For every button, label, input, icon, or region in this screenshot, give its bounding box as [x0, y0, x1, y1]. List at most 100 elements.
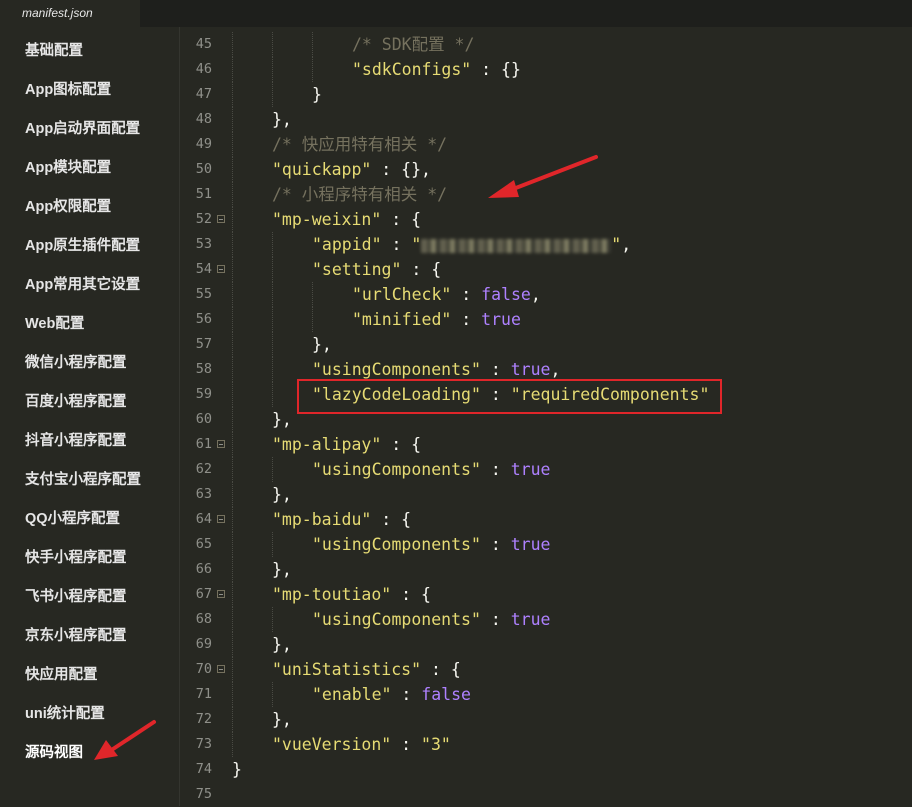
indent-guide [272, 357, 273, 382]
code-text: "uniStatistics" : { [272, 657, 461, 682]
line-number: 64 [195, 511, 212, 527]
indent-guide [232, 282, 233, 307]
code-line: 64 "mp-baidu" : { [180, 507, 912, 532]
code-line: 52 "mp-weixin" : { [180, 207, 912, 232]
line-number: 66 [195, 561, 212, 577]
fold-toggle-icon[interactable] [217, 265, 225, 273]
code-token: "mp-weixin" [272, 210, 382, 229]
code-line: 67 "mp-toutiao" : { [180, 582, 912, 607]
sidebar-item[interactable]: App模块配置 [25, 158, 111, 178]
line-number: 65 [195, 536, 212, 552]
sidebar-item[interactable]: 京东小程序配置 [25, 626, 127, 646]
line-number: 70 [195, 661, 212, 677]
code-token: : [480, 460, 511, 479]
sidebar-item[interactable]: App常用其它设置 [25, 275, 140, 295]
sidebar: 基础配置 App图标配置 App启动界面配置 App模块配置 App权限配置 App原生插… [0, 27, 180, 806]
code-line: 55 "urlCheck" : false, [180, 282, 912, 307]
code-text: "urlCheck" : false, [352, 282, 541, 307]
tab-manifest-json[interactable]: manifest.json [0, 0, 140, 27]
code-token: "mp-toutiao" [272, 585, 392, 604]
indent-guide [232, 532, 233, 557]
indent-guide [232, 382, 233, 407]
line-number: 75 [195, 786, 212, 802]
indent-guide [272, 32, 273, 57]
sidebar-item[interactable]: QQ小程序配置 [25, 509, 120, 529]
sidebar-item[interactable]: 基础配置 [25, 41, 83, 61]
sidebar-item[interactable]: 百度小程序配置 [25, 392, 127, 412]
code-token: /* SDK配置 */ [352, 35, 475, 54]
sidebar-item[interactable]: App权限配置 [25, 197, 111, 217]
indent-guide [232, 82, 233, 107]
code-token: "usingComponents" [312, 460, 481, 479]
sidebar-item[interactable]: 微信小程序配置 [25, 353, 127, 373]
indent-guide [232, 682, 233, 707]
code-text: }, [272, 632, 292, 657]
indent-guide [312, 282, 313, 307]
code-token: : { [421, 660, 461, 679]
indent-guide [232, 332, 233, 357]
arrow-annotation-sidebar [94, 720, 156, 760]
code-token: }, [272, 560, 292, 579]
code-token: "3" [421, 735, 451, 754]
sidebar-item[interactable]: App图标配置 [25, 80, 111, 100]
code-line: 72}, [180, 707, 912, 732]
code-token: : [451, 310, 482, 329]
code-text: "usingComponents" : true [312, 457, 550, 482]
line-number: 54 [195, 261, 212, 277]
code-text: "setting" : { [312, 257, 441, 282]
line-number: 71 [195, 686, 212, 702]
code-text: }, [272, 557, 292, 582]
fold-toggle-icon[interactable] [217, 215, 225, 223]
indent-guide [232, 182, 233, 207]
code-token: "uniStatistics" [272, 660, 422, 679]
fold-toggle-icon[interactable] [217, 440, 225, 448]
redacted-appid [421, 238, 612, 253]
line-number: 60 [195, 411, 212, 427]
code-editor[interactable]: 45/* SDK配置 */46 "sdkConfigs" : {} 47} 48}, 4… [180, 27, 912, 806]
fold-toggle-icon[interactable] [217, 515, 225, 523]
code-token: "sdkConfigs" [352, 60, 472, 79]
code-text: }, [272, 482, 292, 507]
sidebar-item[interactable]: 快应用配置 [25, 665, 98, 685]
sidebar-item[interactable]: 飞书小程序配置 [25, 587, 127, 607]
indent-guide [272, 332, 273, 357]
code-token: true [510, 460, 551, 479]
indent-guide [232, 582, 233, 607]
line-number: 53 [195, 236, 212, 252]
code-token: : [480, 360, 511, 379]
fold-toggle-icon[interactable] [217, 590, 225, 598]
code-line: 48}, [180, 107, 912, 132]
sidebar-item[interactable]: App启动界面配置 [25, 119, 140, 139]
code-token: , [530, 285, 541, 304]
sidebar-item[interactable]: 抖音小程序配置 [25, 431, 127, 451]
code-line: 63}, [180, 482, 912, 507]
sidebar-item[interactable]: Web配置 [25, 314, 84, 334]
fold-toggle-icon[interactable] [217, 665, 225, 673]
code-token: "urlCheck" [352, 285, 452, 304]
code-token: : [391, 735, 422, 754]
code-token: : [451, 285, 482, 304]
code-text: "usingComponents" : true [312, 532, 550, 557]
code-token: , [621, 235, 632, 254]
sidebar-item[interactable]: 源码视图 [25, 743, 83, 763]
code-token: : [381, 235, 412, 254]
code-line: 75 [180, 782, 912, 807]
sidebar-item[interactable]: 快手小程序配置 [25, 548, 127, 568]
code-token: " [611, 235, 622, 254]
code-text: "minified" : true [352, 307, 521, 332]
sidebar-item[interactable]: 支付宝小程序配置 [25, 470, 141, 490]
code-text: }, [312, 332, 332, 357]
code-token: true [510, 535, 551, 554]
code-line: 74} [180, 757, 912, 782]
code-text: "enable" : false [312, 682, 471, 707]
sidebar-item[interactable]: App原生插件配置 [25, 236, 140, 256]
line-number: 62 [195, 461, 212, 477]
indent-guide [232, 482, 233, 507]
indent-guide [272, 457, 273, 482]
indent-guide [232, 457, 233, 482]
code-line: 65 "usingComponents" : true [180, 532, 912, 557]
code-line: 47} [180, 82, 912, 107]
indent-guide [232, 307, 233, 332]
indent-guide [232, 57, 233, 82]
highlight-box [297, 379, 722, 414]
